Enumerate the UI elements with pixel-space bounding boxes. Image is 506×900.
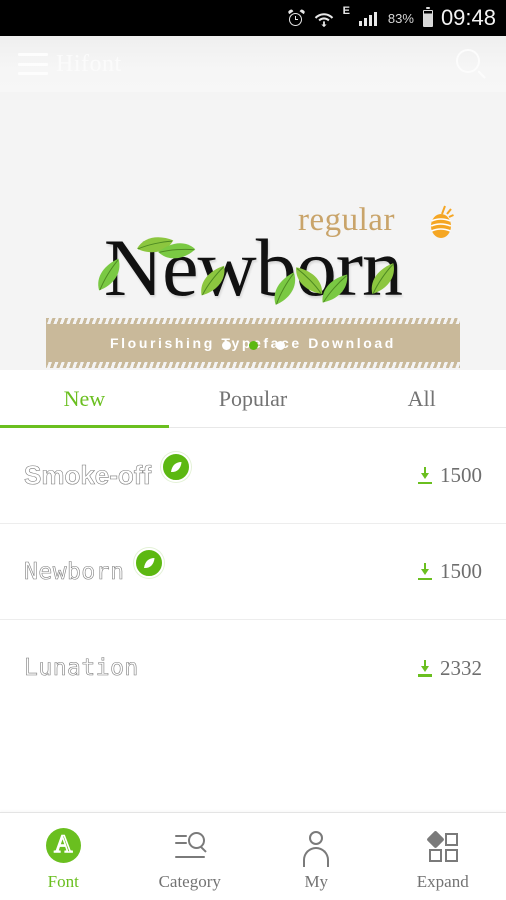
- battery-percent-label: 83%: [387, 10, 414, 26]
- download-count-label: 2332: [440, 655, 482, 680]
- grid-expand-icon: [424, 828, 462, 864]
- nav-item-font-label: Font: [47, 871, 79, 891]
- tab-popular-label: Popular: [218, 385, 288, 411]
- tab-new[interactable]: New: [0, 370, 169, 428]
- list-item[interactable]: Newborn 1500: [0, 524, 506, 620]
- app-screen: E 83% 09:48 Hifont regular Newborn Flour…: [0, 0, 506, 900]
- list-item[interactable]: Lunation 2332: [0, 620, 506, 716]
- nav-item-my-label: My: [304, 871, 329, 891]
- carousel-dot-2[interactable]: [248, 341, 258, 350]
- carousel-dot-1[interactable]: [221, 341, 231, 350]
- download-count-label: 1500: [440, 463, 482, 487]
- clock-label: 09:48: [440, 5, 496, 30]
- tab-new-label: New: [63, 385, 106, 411]
- download-icon: [417, 467, 433, 484]
- download-count: 1500: [417, 463, 482, 488]
- nav-item-font[interactable]: A Font: [0, 813, 127, 900]
- list-item[interactable]: Smoke-off 1500: [0, 428, 506, 524]
- nav-item-expand[interactable]: Expand: [380, 813, 506, 900]
- app-bar: Hifont: [0, 36, 506, 92]
- font-circle-a-icon: A: [44, 827, 82, 864]
- download-count-label: 1500: [440, 559, 482, 583]
- font-name-label: Smoke-off: [24, 460, 152, 491]
- battery-icon: [422, 7, 433, 27]
- carousel-dot-3[interactable]: [275, 341, 285, 350]
- tab-all[interactable]: All: [337, 370, 506, 427]
- app-title: Hifont: [56, 50, 122, 77]
- status-bar: E 83% 09:48: [0, 0, 506, 36]
- download-count: 2332: [417, 656, 482, 681]
- nav-item-my[interactable]: My: [253, 813, 380, 900]
- download-icon: [417, 563, 433, 580]
- font-list-tabs: New Popular All: [0, 370, 506, 428]
- person-icon: [297, 828, 335, 867]
- leaf-badge-icon: [161, 451, 192, 482]
- hamburger-menu-icon[interactable]: [18, 53, 48, 75]
- category-search-icon: [171, 828, 209, 864]
- nav-item-category-label: Category: [158, 871, 221, 891]
- font-name-label: Lunation: [24, 655, 139, 682]
- banner-font-name: Newborn: [103, 222, 403, 313]
- tab-all-label: All: [407, 385, 436, 411]
- search-icon[interactable]: [454, 47, 488, 81]
- leaf-badge-icon: [134, 547, 165, 578]
- font-list: Smoke-off 1500 Newborn 1500 Lunation 233…: [0, 428, 506, 716]
- alarm-clock-icon: [287, 8, 305, 27]
- font-name-label: Newborn: [24, 558, 125, 585]
- cellular-signal-icon: [358, 11, 379, 26]
- network-type-label: E: [342, 5, 350, 17]
- wifi-icon: [314, 10, 334, 27]
- banner-slide: regular Newborn Flourishing Typeface Dow: [0, 92, 506, 370]
- download-count: 1500: [417, 559, 482, 584]
- promo-banner-carousel[interactable]: regular Newborn Flourishing Typeface Dow: [0, 92, 506, 370]
- nav-item-category[interactable]: Category: [127, 813, 254, 900]
- download-icon: [417, 659, 433, 677]
- tab-popular[interactable]: Popular: [169, 370, 338, 427]
- carousel-dots: [0, 341, 506, 350]
- bottom-navigation: A Font Category My Expand: [0, 812, 506, 900]
- nav-item-expand-label: Expand: [416, 871, 469, 891]
